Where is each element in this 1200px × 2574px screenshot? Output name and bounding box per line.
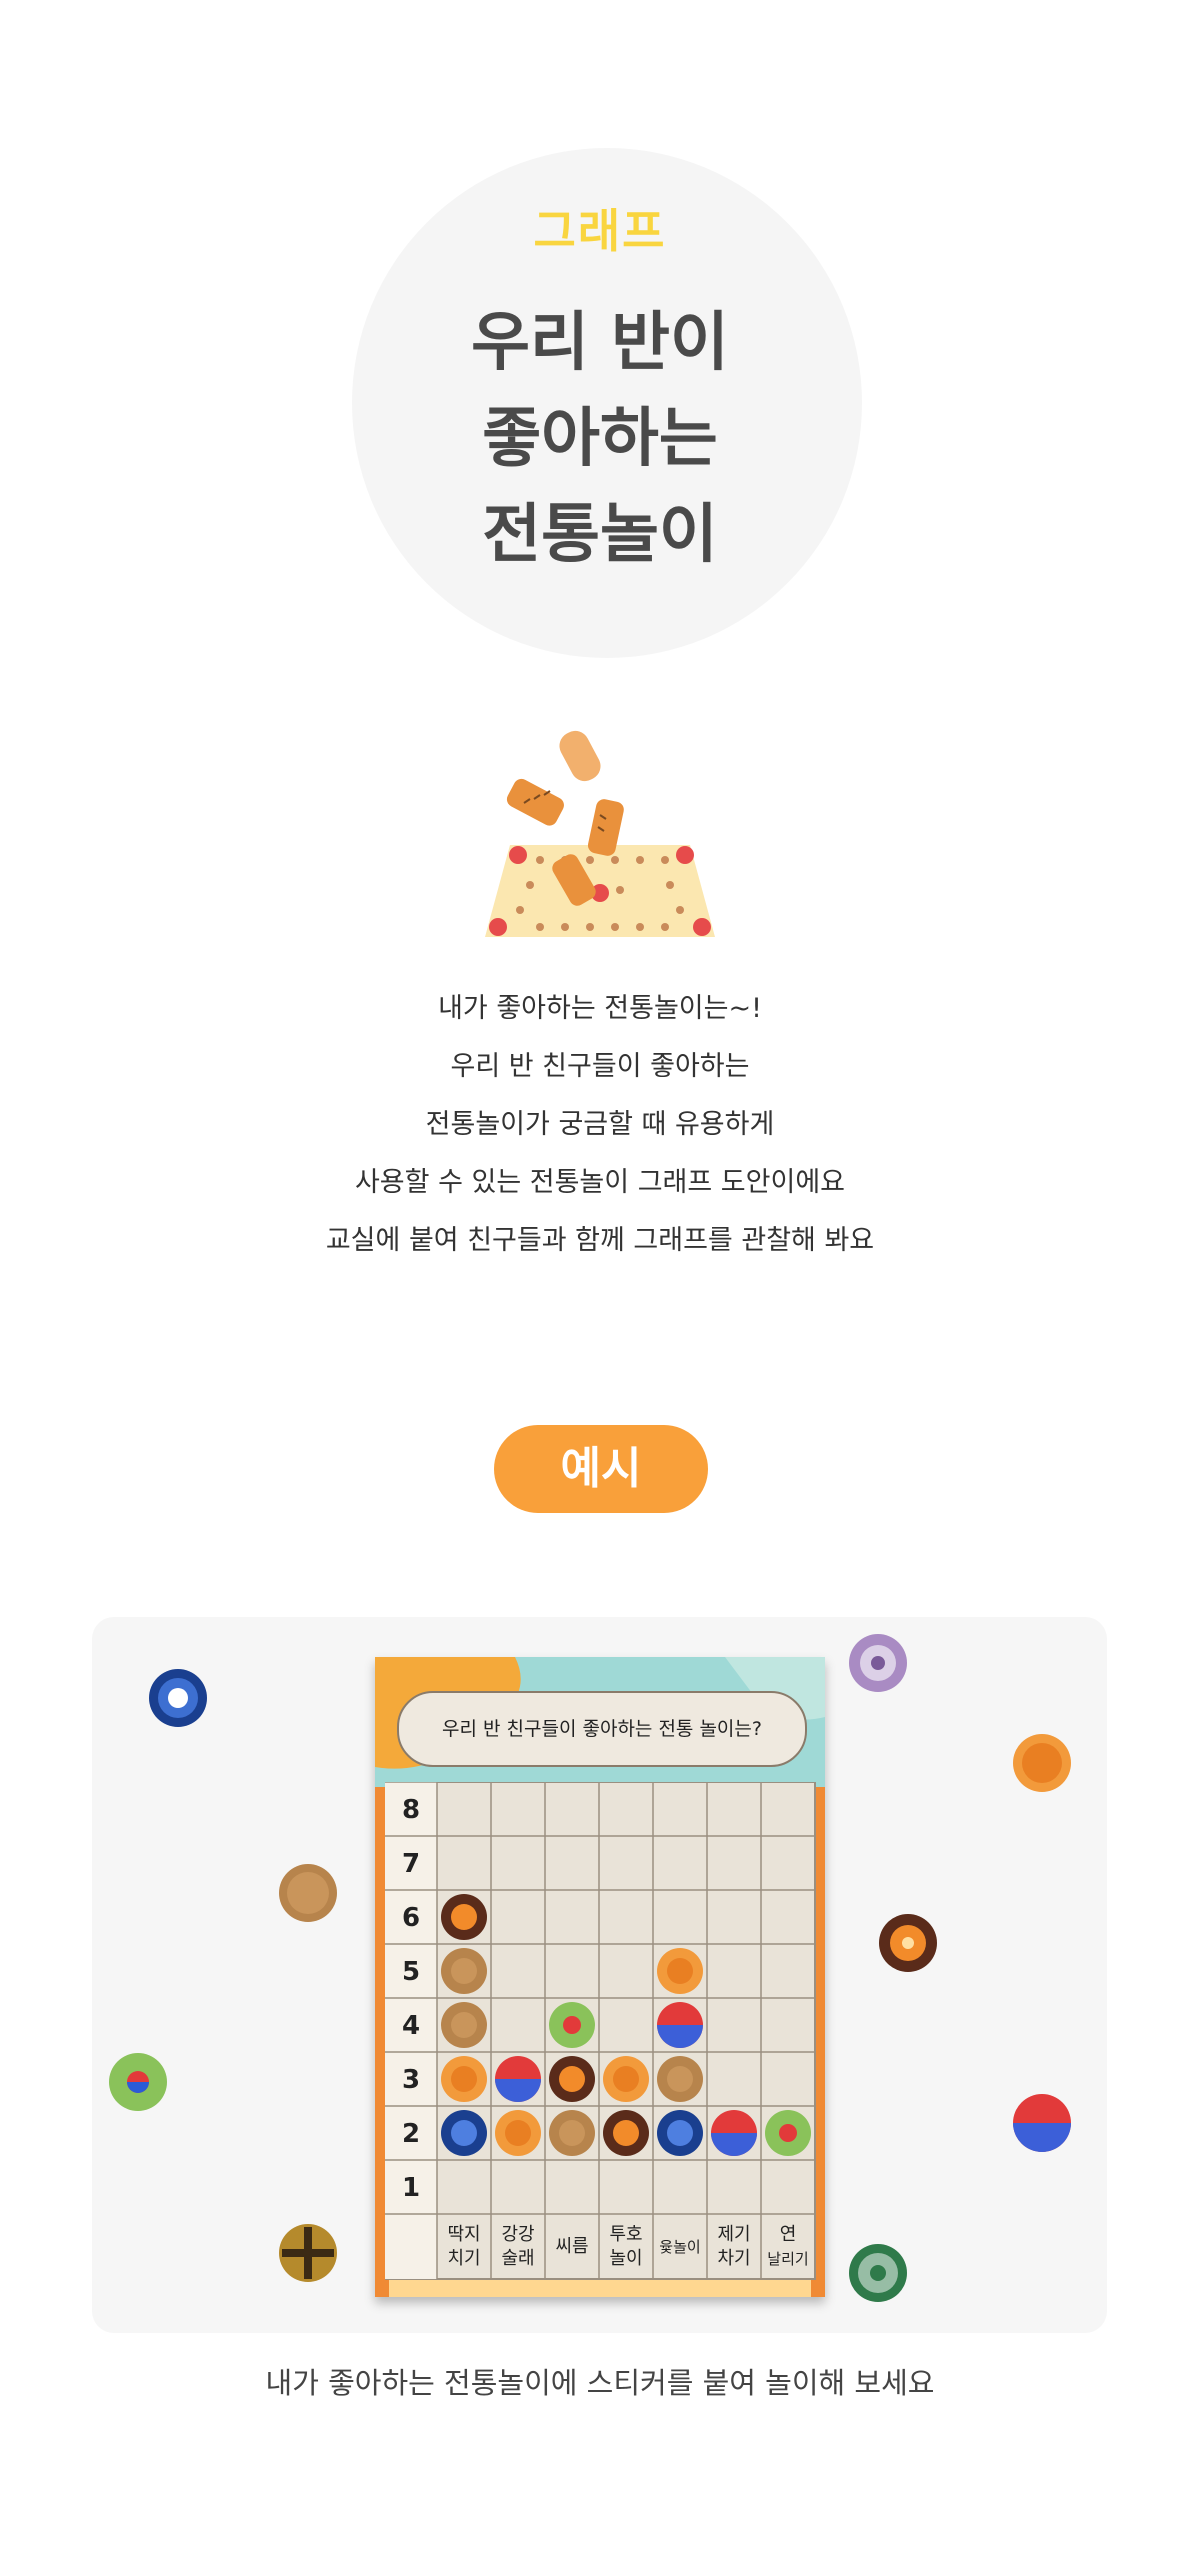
sticker-blue-flower-center (451, 2120, 477, 2146)
graph-grid: 8 7 6 5 4 3 2 1 딱지치기 강강술래 씨름 투호놀이 윷놀이 제기차기 연날리기 (385, 1782, 816, 2280)
sticker-bronze-coin-center (559, 2120, 585, 2146)
row-label: 8 (402, 1795, 420, 1825)
description-line: 전통놀이가 궁금할 때 유용하게 (425, 1109, 775, 1140)
hero-title-line: 전통놀이 (482, 498, 718, 572)
sticker-dragon-coin-center (505, 2120, 531, 2146)
sticker-bronze-coin-center (667, 2066, 693, 2092)
purple-flower-sticker (849, 1634, 907, 1692)
row-label: 1 (402, 2173, 420, 2203)
column-label: 제기 (717, 2224, 750, 2245)
description-line: 우리 반 친구들이 좋아하는 (450, 1051, 750, 1082)
dragon-coin-sticker (1013, 1734, 1071, 1792)
green-pattern-sticker (849, 2244, 907, 2302)
column-label: 연 (780, 2224, 797, 2245)
taegeuk-green-sticker (109, 2053, 167, 2111)
hero-title-line: 좋아하는 (482, 402, 718, 476)
sticker-dragon-coin-center (667, 1958, 693, 1984)
taegeuk-sticker (1013, 2094, 1071, 2152)
column-label: 차기 (717, 2248, 750, 2269)
bronze-coin-sticker (279, 1864, 337, 1922)
row-label: 6 (402, 1903, 420, 1933)
cross-pattern-sticker (279, 2224, 337, 2282)
hero-title-line: 우리 반이 (471, 306, 729, 380)
description: 내가 좋아하는 전통놀이는~! 우리 반 친구들이 좋아하는 전통놀이가 궁금할… (0, 980, 1200, 1270)
column-label: 날리기 (767, 2250, 808, 2268)
caption: 내가 좋아하는 전통놀이에 스티커를 붙여 놀이해 보세요 (265, 2366, 935, 2400)
sticker-taegeuk-green-center (779, 2124, 797, 2142)
row-label: 3 (402, 2065, 420, 2095)
description-line: 교실에 붙여 친구들과 함께 그래프를 관찰해 봐요 (325, 1225, 875, 1256)
column-label: 치기 (447, 2248, 480, 2269)
row-label: 7 (402, 1849, 420, 1879)
example-badge: 예시 (494, 1425, 708, 1513)
sticker-orange-flower-center (559, 2066, 585, 2092)
graph-board: 우리 반 친구들이 좋아하는 전통 놀이는? 8 7 6 5 4 3 2 1 딱지치기 강강술래 씨… (375, 1657, 825, 2297)
orange-flower-sticker (879, 1914, 937, 1972)
column-label: 투호 (609, 2224, 642, 2245)
sticker-dragon-coin-center (613, 2066, 639, 2092)
sticker-blue-flower-center (667, 2120, 693, 2146)
sticker-bronze-coin-center (451, 1958, 477, 1984)
sticker-bronze-coin-center (451, 2012, 477, 2038)
row-label: 5 (402, 1957, 420, 1987)
sticker-orange-flower-center (613, 2120, 639, 2146)
sticker-dragon-coin-center (451, 2066, 477, 2092)
yut-board-illustration (485, 730, 715, 937)
sticker-orange-flower-center (451, 1904, 477, 1930)
blue-flower-sticker (149, 1669, 207, 1727)
description-line: 사용할 수 있는 전통놀이 그래프 도안이에요 (354, 1167, 846, 1198)
sticker-taegeuk-green-center (563, 2016, 581, 2034)
column-label: 놀이 (609, 2248, 642, 2269)
description-line: 내가 좋아하는 전통놀이는~! (438, 993, 762, 1024)
row-label: 2 (402, 2119, 420, 2149)
row-label: 4 (402, 2011, 420, 2041)
column-label: 윷놀이 (659, 2238, 700, 2256)
column-label: 씨름 (555, 2236, 588, 2257)
hero-title: 우리 반이 좋아하는 전통놀이 (0, 295, 1200, 583)
column-label: 술래 (501, 2248, 534, 2269)
column-label: 딱지 (447, 2224, 480, 2245)
hero-tag: 그래프 (533, 204, 667, 258)
question-bubble: 우리 반 친구들이 좋아하는 전통 놀이는? (397, 1691, 807, 1767)
column-label: 강강 (501, 2224, 534, 2245)
